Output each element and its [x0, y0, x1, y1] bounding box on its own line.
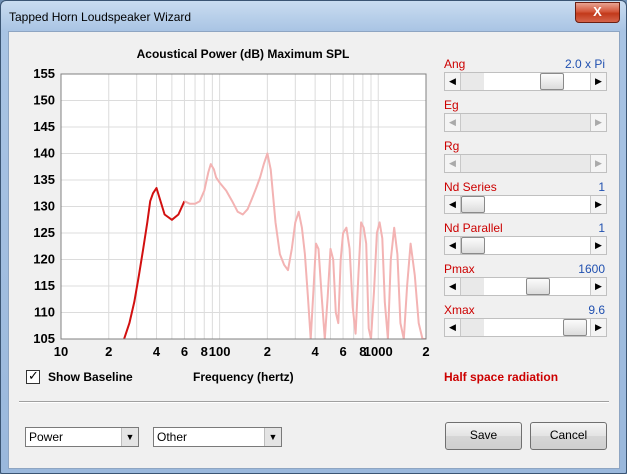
frequency-axis-label: Frequency (hertz): [193, 370, 294, 384]
show-baseline-label: Show Baseline: [48, 370, 133, 384]
chevron-down-icon: ▼: [264, 428, 281, 446]
close-icon: X: [593, 4, 602, 19]
x-tick-label: 2: [105, 344, 112, 359]
slider-thumb[interactable]: [562, 319, 587, 336]
y-tick-label: 105: [33, 331, 55, 346]
show-baseline-checkbox[interactable]: ✓: [26, 368, 40, 384]
param-value: 1: [598, 221, 605, 235]
param-value: 2.0 x Pi: [564, 57, 605, 71]
client-area: Acoustical Power (dB) Maximum SPL 155 150…: [8, 31, 620, 469]
x-tick-label: 6: [339, 344, 346, 359]
wizard-window: Tapped Horn Loudspeaker Wizard X Acousti…: [0, 0, 627, 474]
close-button[interactable]: X: [575, 2, 620, 23]
arrow-left-icon[interactable]: ◀: [445, 319, 461, 336]
y-tick-label: 130: [33, 199, 55, 214]
param-slider[interactable]: ◀ ▶: [444, 72, 607, 91]
arrow-right-icon[interactable]: ▶: [590, 237, 606, 254]
check-icon: ✓: [28, 368, 39, 383]
spl-chart: 15515014514013513012512011511010510 2 4 6 8 1…: [33, 67, 429, 359]
secondary-plot-value: Other: [157, 430, 188, 444]
x-tick-label: 100: [209, 344, 231, 359]
param-slider: ◀ ▶: [444, 113, 607, 132]
param-value: 9.6: [588, 303, 605, 317]
window-title: Tapped Horn Loudspeaker Wizard: [9, 10, 192, 24]
arrow-right-icon[interactable]: ▶: [590, 73, 606, 90]
y-tick-label: 135: [33, 172, 55, 187]
param-label: Eg: [444, 98, 459, 112]
arrow-left-icon[interactable]: ◀: [445, 278, 461, 295]
x-tick-label: 10: [54, 344, 68, 359]
param-slider[interactable]: ◀ ▶: [444, 195, 607, 214]
slider-thumb[interactable]: [526, 278, 551, 295]
param-slider: ◀ ▶: [444, 154, 607, 173]
slider-track: [484, 73, 590, 90]
arrow-left-icon[interactable]: ◀: [445, 73, 461, 90]
arrow-left-icon[interactable]: ◀: [445, 196, 461, 213]
param-label: Pmax: [444, 262, 475, 276]
arrow-right-icon[interactable]: ▶: [590, 278, 606, 295]
x-tick-label: 2: [264, 344, 271, 359]
param-label: Xmax: [444, 303, 475, 317]
save-button[interactable]: Save: [445, 422, 522, 450]
plot-type-value: Power: [29, 430, 64, 444]
y-tick-label: 150: [33, 93, 55, 108]
param-label: Nd Parallel: [444, 221, 503, 235]
x-tick-label: 6: [181, 344, 188, 359]
param-slider[interactable]: ◀ ▶: [444, 236, 607, 255]
arrow-left-icon: ◀: [445, 155, 461, 172]
separator: [19, 401, 609, 403]
arrow-left-icon[interactable]: ◀: [445, 237, 461, 254]
y-tick-label: 145: [33, 119, 55, 134]
param-label: Nd Series: [444, 180, 497, 194]
arrow-right-icon[interactable]: ▶: [590, 196, 606, 213]
param-slider[interactable]: ◀ ▶: [444, 318, 607, 337]
plot-title: Acoustical Power (dB) Maximum SPL: [136, 47, 350, 61]
radiation-mode-label: Half space radiation: [444, 370, 559, 384]
y-tick-label: 125: [33, 225, 55, 240]
cancel-button[interactable]: Cancel: [530, 422, 607, 450]
arrow-right-icon: ▶: [590, 155, 606, 172]
y-tick-label: 140: [33, 146, 55, 161]
y-tick-label: 120: [33, 252, 55, 267]
title-bar[interactable]: Tapped Horn Loudspeaker Wizard X: [1, 1, 626, 31]
secondary-plot-select[interactable]: Other ▼: [153, 427, 282, 447]
x-tick-label: 1000: [364, 344, 393, 359]
slider-track: [484, 196, 590, 213]
y-tick-label: 115: [34, 278, 55, 293]
param-label: Ang: [444, 57, 466, 71]
arrow-left-icon: ◀: [445, 114, 461, 131]
param-slider[interactable]: ◀ ▶: [444, 277, 607, 296]
param-label: Rg: [444, 139, 460, 153]
y-tick-label: 110: [34, 305, 55, 320]
x-tick-label: 8: [201, 344, 208, 359]
plot-type-select[interactable]: Power ▼: [25, 427, 139, 447]
arrow-right-icon[interactable]: ▶: [590, 319, 606, 336]
x-tick-label: 4: [312, 344, 320, 359]
slider-thumb[interactable]: [461, 237, 485, 254]
slider-thumb[interactable]: [461, 196, 485, 213]
y-tick-label: 155: [33, 67, 55, 81]
x-tick-label: 4: [153, 344, 161, 359]
slider-track: [484, 237, 590, 254]
param-value: 1600: [578, 262, 605, 276]
arrow-right-icon: ▶: [590, 114, 606, 131]
param-value: 1: [598, 180, 605, 194]
chevron-down-icon: ▼: [121, 428, 138, 446]
x-tick-label: 2: [422, 344, 429, 359]
slider-thumb[interactable]: [539, 73, 564, 90]
